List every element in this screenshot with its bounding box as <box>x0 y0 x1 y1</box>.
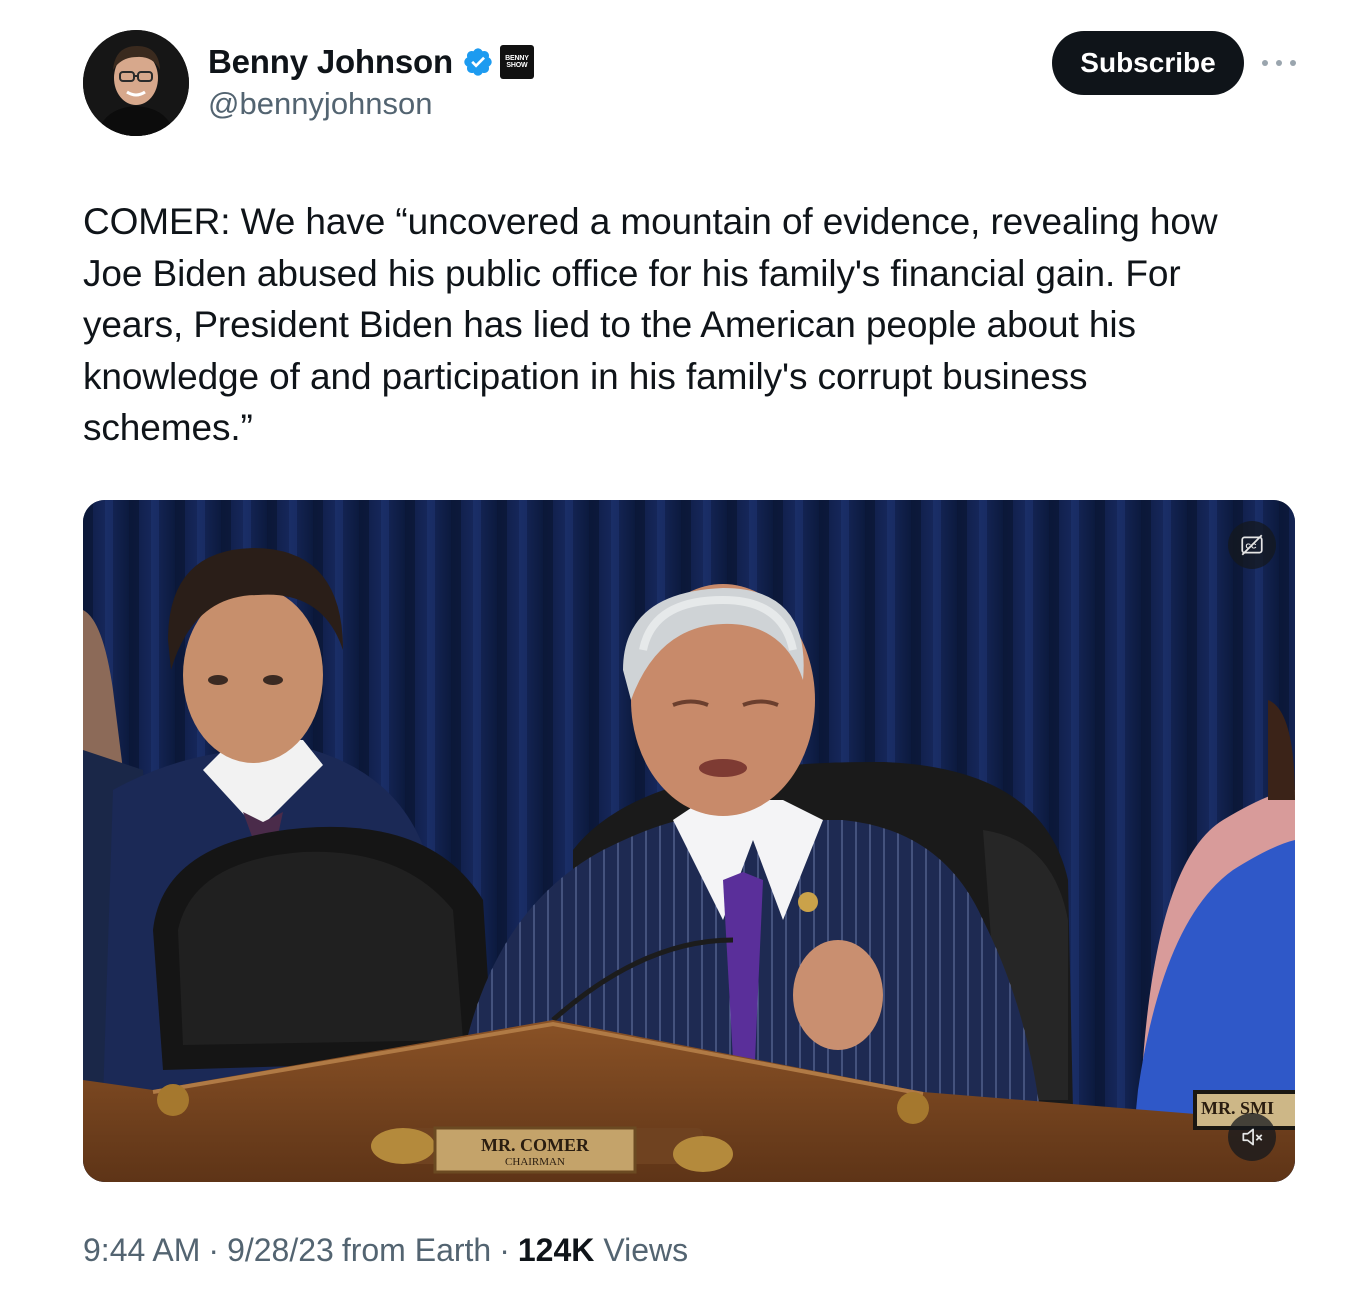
tweet-date[interactable]: 9/28/23 <box>227 1232 334 1269</box>
more-dot <box>1262 60 1268 66</box>
tweet-meta: 9:44 AM · 9/28/23 from Earth · 124K View… <box>83 1232 688 1269</box>
views-count[interactable]: 124K <box>518 1232 595 1269</box>
nameplate-sub: CHAIRMAN <box>505 1156 565 1168</box>
display-name[interactable]: Benny Johnson <box>208 43 453 81</box>
meta-separator: · <box>499 1232 510 1268</box>
volume-muted-icon[interactable] <box>1228 1113 1276 1161</box>
affiliate-badge-line2: SHOW <box>506 62 528 69</box>
video-frame <box>83 500 1295 1182</box>
user-handle[interactable]: @bennyjohnson <box>208 86 534 122</box>
verified-badge-icon[interactable] <box>462 46 494 78</box>
tweet-text: COMER: We have “uncovered a mountain of … <box>83 201 1218 448</box>
meta-separator: · <box>208 1232 220 1268</box>
mute-glyph <box>1242 1128 1263 1146</box>
name-row: Benny Johnson BENNY SHOW <box>208 38 534 86</box>
closed-captions-icon[interactable]: CC <box>1228 521 1276 569</box>
author-block: Benny Johnson BENNY SHOW @bennyjohnson <box>208 38 534 122</box>
nameplate-main: MR. COMER <box>481 1135 589 1155</box>
affiliate-badge-line1: BENNY <box>505 55 529 62</box>
captions-glyph: CC <box>1241 534 1263 556</box>
more-dot <box>1276 60 1282 66</box>
video-player[interactable]: MR. COMER CHAIRMAN MR. SMI CC <box>83 500 1295 1182</box>
more-horizontal-icon[interactable] <box>1262 52 1296 74</box>
affiliate-badge-icon[interactable]: BENNY SHOW <box>499 45 534 79</box>
more-dot <box>1290 60 1296 66</box>
avatar[interactable] <box>83 30 189 136</box>
tweet-time[interactable]: 9:44 AM <box>83 1232 200 1269</box>
tweet-source: from Earth <box>341 1232 492 1268</box>
views-label[interactable]: Views <box>603 1232 688 1269</box>
subscribe-button[interactable]: Subscribe <box>1052 31 1244 95</box>
